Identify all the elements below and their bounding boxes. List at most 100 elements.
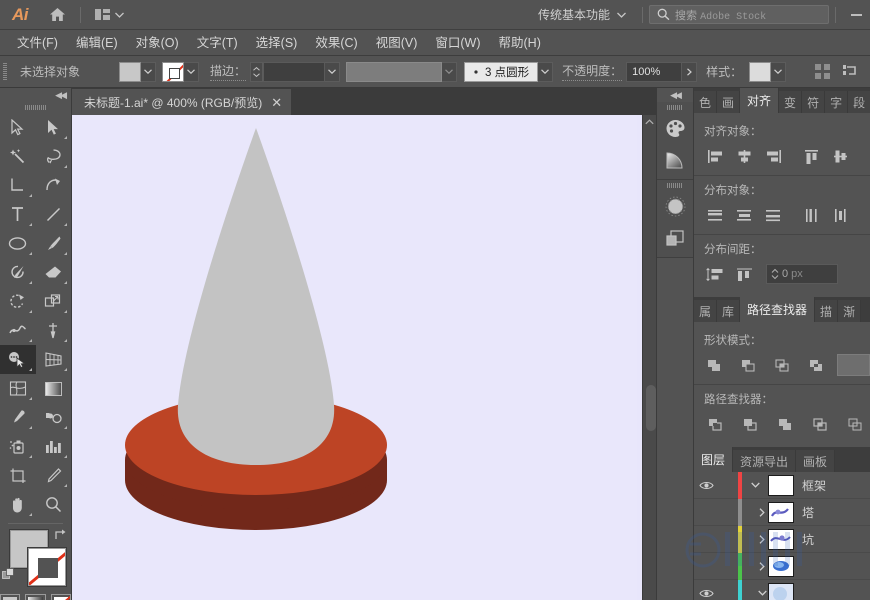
transparency-panel-icon[interactable] — [657, 222, 693, 254]
align-horizontal-center-button[interactable] — [731, 145, 757, 167]
magic-wand-tool[interactable] — [0, 142, 36, 171]
perspective-grid-tool[interactable] — [36, 345, 72, 374]
menu-object[interactable]: 对象(O) — [127, 30, 188, 56]
gradient-fill-mode-button[interactable] — [25, 594, 46, 600]
paintbrush-tool[interactable] — [36, 229, 72, 258]
shape-builder-tool[interactable] — [0, 345, 36, 374]
workspace-switcher[interactable]: 传统基本功能 — [528, 4, 636, 26]
swap-fill-stroke-icon[interactable] — [54, 528, 67, 541]
scale-tool[interactable] — [36, 287, 72, 316]
toolbar-collapse-button[interactable]: ◀◀ — [0, 88, 71, 102]
tab-libraries[interactable]: 库 — [717, 300, 741, 322]
fill-swatch[interactable] — [119, 61, 141, 82]
layer-visibility-icon[interactable] — [694, 480, 718, 491]
selection-tool[interactable] — [0, 113, 36, 142]
stroke-weight-input[interactable] — [263, 61, 326, 82]
outline-button[interactable] — [842, 413, 868, 435]
opacity-flyout-button[interactable] — [682, 61, 698, 82]
tab-asset-export[interactable]: 资源导出 — [733, 450, 797, 472]
trim-button[interactable] — [737, 413, 763, 435]
dock-collapse-button[interactable]: ◀◀ — [657, 88, 693, 102]
menu-edit[interactable]: 编辑(E) — [67, 30, 127, 56]
layer-visibility-icon[interactable] — [694, 588, 718, 599]
width-tool[interactable] — [0, 316, 36, 345]
align-options-icon[interactable] — [812, 62, 832, 82]
gradient-tool[interactable] — [36, 374, 72, 403]
dock-group-grip[interactable] — [657, 102, 693, 112]
dock-group-grip[interactable] — [657, 180, 693, 190]
tab-artboards[interactable]: 画板 — [796, 450, 836, 472]
tab-character[interactable]: 字 — [825, 91, 849, 113]
canvas-panel-collapse-handle[interactable] — [646, 385, 656, 431]
distribute-horizontal-center-button[interactable] — [827, 204, 853, 226]
fill-color-control[interactable] — [119, 61, 156, 82]
graphic-style-control[interactable] — [749, 61, 787, 82]
expand-button[interactable] — [837, 354, 870, 376]
brushes-panel-icon[interactable] — [657, 190, 693, 222]
exclude-button[interactable] — [804, 354, 829, 376]
menu-type[interactable]: 文字(T) — [188, 30, 247, 56]
toolbar-stroke-swatch-none[interactable] — [28, 548, 66, 586]
default-fill-stroke-icon[interactable] — [2, 568, 16, 582]
control-bar-grip[interactable] — [3, 62, 7, 81]
style-swatch[interactable] — [749, 61, 772, 82]
intersect-button[interactable] — [770, 354, 795, 376]
canvas-vertical-scrollbar[interactable] — [642, 115, 656, 600]
zoom-tool[interactable] — [36, 490, 72, 519]
tab-color[interactable]: 色 — [694, 91, 718, 113]
ellipse-tool[interactable] — [0, 229, 36, 258]
hand-tool[interactable] — [0, 490, 36, 519]
eraser-tool[interactable] — [36, 258, 72, 287]
search-adobe-stock-input[interactable]: 搜索 Adobe Stock — [649, 5, 829, 24]
brush-definition-selector[interactable]: 3 点圆形 — [464, 61, 539, 82]
opacity-input[interactable]: 100% — [626, 61, 683, 82]
menu-window[interactable]: 窗口(W) — [426, 30, 489, 56]
none-fill-mode-button[interactable] — [50, 594, 71, 600]
layer-expand-arrow-down-icon[interactable] — [742, 590, 768, 596]
distribute-vertical-space-button[interactable] — [702, 263, 728, 285]
rotate-tool[interactable] — [0, 287, 36, 316]
close-icon[interactable]: ✕ — [271, 96, 282, 109]
spacing-stepper-icon[interactable] — [771, 268, 779, 280]
color-fill-mode-button[interactable] — [0, 594, 21, 600]
distribute-top-button[interactable] — [702, 204, 728, 226]
spacing-value-input[interactable]: 0 px — [766, 264, 838, 284]
stroke-profile-dropdown[interactable] — [442, 61, 458, 82]
menu-file[interactable]: 文件(F) — [8, 30, 67, 56]
stroke-dropdown-button[interactable] — [184, 61, 199, 82]
home-icon[interactable] — [40, 0, 74, 30]
tab-brushes[interactable]: 画 — [717, 91, 741, 113]
unite-button[interactable] — [702, 354, 727, 376]
document-tab[interactable]: 未标题-1.ai* @ 400% (RGB/预览) ✕ — [72, 89, 293, 115]
layer-expand-arrow-right-icon[interactable] — [742, 561, 768, 571]
tab-layers[interactable]: 图层 — [694, 447, 734, 472]
align-top-button[interactable] — [798, 145, 824, 167]
type-tool[interactable] — [0, 200, 36, 229]
tab-gradient[interactable]: 渐 — [838, 300, 862, 322]
canvas-area[interactable] — [72, 115, 656, 600]
minimize-button[interactable] — [842, 0, 870, 30]
divide-button[interactable] — [702, 413, 728, 435]
distribute-bottom-button[interactable] — [760, 204, 786, 226]
blend-tool[interactable] — [36, 403, 72, 432]
layer-expand-arrow-right-icon[interactable] — [742, 507, 768, 517]
free-transform-tool[interactable] — [36, 316, 72, 345]
line-segment-tool[interactable] — [36, 200, 72, 229]
direct-selection-tool[interactable] — [36, 113, 72, 142]
artboard-tool[interactable] — [0, 461, 36, 490]
fill-dropdown-button[interactable] — [141, 61, 156, 82]
stroke-color-control[interactable] — [162, 61, 199, 82]
tab-align[interactable]: 对齐 — [740, 88, 780, 113]
align-right-button[interactable] — [760, 145, 786, 167]
align-vertical-center-button[interactable] — [827, 145, 853, 167]
merge-button[interactable] — [772, 413, 798, 435]
pen-tool[interactable] — [0, 171, 36, 200]
scroll-up-arrow-icon[interactable] — [643, 115, 656, 129]
menu-view[interactable]: 视图(V) — [367, 30, 427, 56]
distribute-horizontal-space-button[interactable] — [731, 263, 757, 285]
slice-tool[interactable] — [36, 461, 72, 490]
align-left-button[interactable] — [702, 145, 728, 167]
style-dropdown-button[interactable] — [771, 61, 787, 82]
toolbar-grip[interactable] — [0, 102, 71, 113]
shaper-tool[interactable] — [0, 258, 36, 287]
